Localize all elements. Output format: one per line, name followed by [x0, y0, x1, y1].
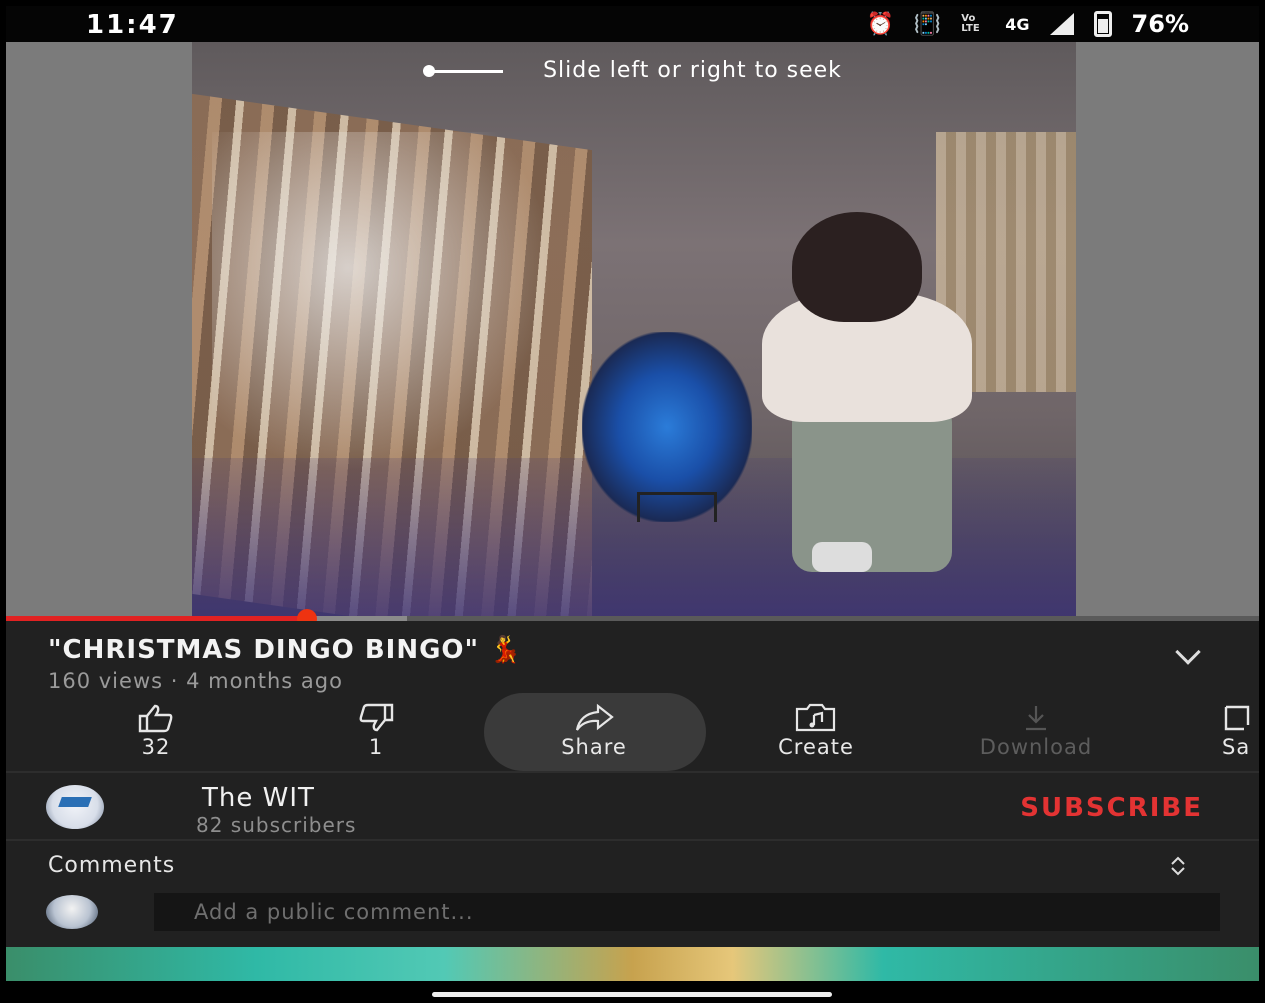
thumbs-up-icon [66, 701, 246, 735]
channel-row[interactable]: The WIT 82 subscribers SUBSCRIBE [6, 773, 1259, 839]
video-frame[interactable] [192, 42, 1076, 618]
create-button[interactable]: Create [726, 693, 906, 771]
download-button[interactable]: Download [946, 693, 1126, 771]
seek-hint: Slide left or right to seek [6, 58, 1259, 83]
like-count: 32 [141, 735, 171, 759]
comments-section[interactable]: Comments [6, 841, 1259, 947]
thumbs-down-icon [286, 701, 466, 735]
comments-title: Comments [48, 853, 176, 878]
video-light-glow [212, 132, 552, 472]
dislike-count: 1 [368, 735, 384, 759]
save-playlist-icon [1222, 701, 1259, 735]
share-icon [504, 701, 684, 735]
network-type-label: 4G [1005, 14, 1030, 34]
system-nav-bar [0, 981, 1265, 1003]
action-bar: 32 1 Share Create Download Sa [6, 693, 1259, 771]
video-person-feet [812, 542, 872, 572]
dislike-button[interactable]: 1 [286, 693, 466, 771]
user-avatar [46, 895, 98, 929]
video-player[interactable]: Slide left or right to seek [6, 42, 1259, 618]
video-title: "CHRISTMAS DINGO BINGO" 💃 [48, 635, 523, 665]
video-tree-stand [637, 492, 717, 522]
like-button[interactable]: 32 [66, 693, 246, 771]
create-label: Create [778, 735, 854, 759]
channel-name[interactable]: The WIT [202, 783, 315, 813]
volte-icon: Vo LTE [961, 13, 980, 34]
subscribe-button[interactable]: SUBSCRIBE [1020, 793, 1203, 823]
video-info-panel: "CHRISTMAS DINGO BINGO" 💃 160 views · 4 … [6, 621, 1259, 947]
seek-slider-icon [423, 64, 504, 77]
save-label: Sa [1222, 735, 1251, 759]
battery-percent: 76% [1131, 10, 1189, 38]
expand-comments-icon[interactable] [1167, 855, 1189, 877]
vibrate-icon: 📳 [913, 11, 942, 37]
share-label: Share [561, 735, 627, 759]
home-gesture-handle[interactable] [432, 992, 832, 997]
create-icon [726, 701, 906, 735]
video-person-head [792, 212, 922, 322]
channel-subscriber-count: 82 subscribers [196, 813, 357, 837]
next-video-thumbnail[interactable] [6, 947, 1259, 981]
comment-input[interactable] [154, 893, 1220, 931]
status-time: 11:47 [86, 10, 179, 40]
save-button[interactable]: Sa [1166, 693, 1259, 771]
download-icon [946, 701, 1126, 735]
expand-description-icon[interactable] [1175, 639, 1201, 665]
video-title-text: "CHRISTMAS DINGO BINGO" [48, 635, 480, 665]
download-label: Download [979, 735, 1093, 759]
signal-icon [1049, 13, 1074, 35]
dancer-emoji-icon: 💃 [489, 635, 523, 665]
share-button[interactable]: Share [504, 693, 684, 771]
status-bar: 11:47 ⏰ 📳 Vo LTE 4G 76% [6, 6, 1259, 42]
alarm-icon: ⏰ [866, 11, 894, 37]
seek-hint-text: Slide left or right to seek [543, 58, 842, 83]
battery-icon [1093, 11, 1112, 37]
video-meta: 160 views · 4 months ago [48, 669, 343, 693]
channel-avatar[interactable] [46, 785, 104, 829]
status-icons: ⏰ 📳 Vo LTE 4G 76% [866, 10, 1189, 38]
